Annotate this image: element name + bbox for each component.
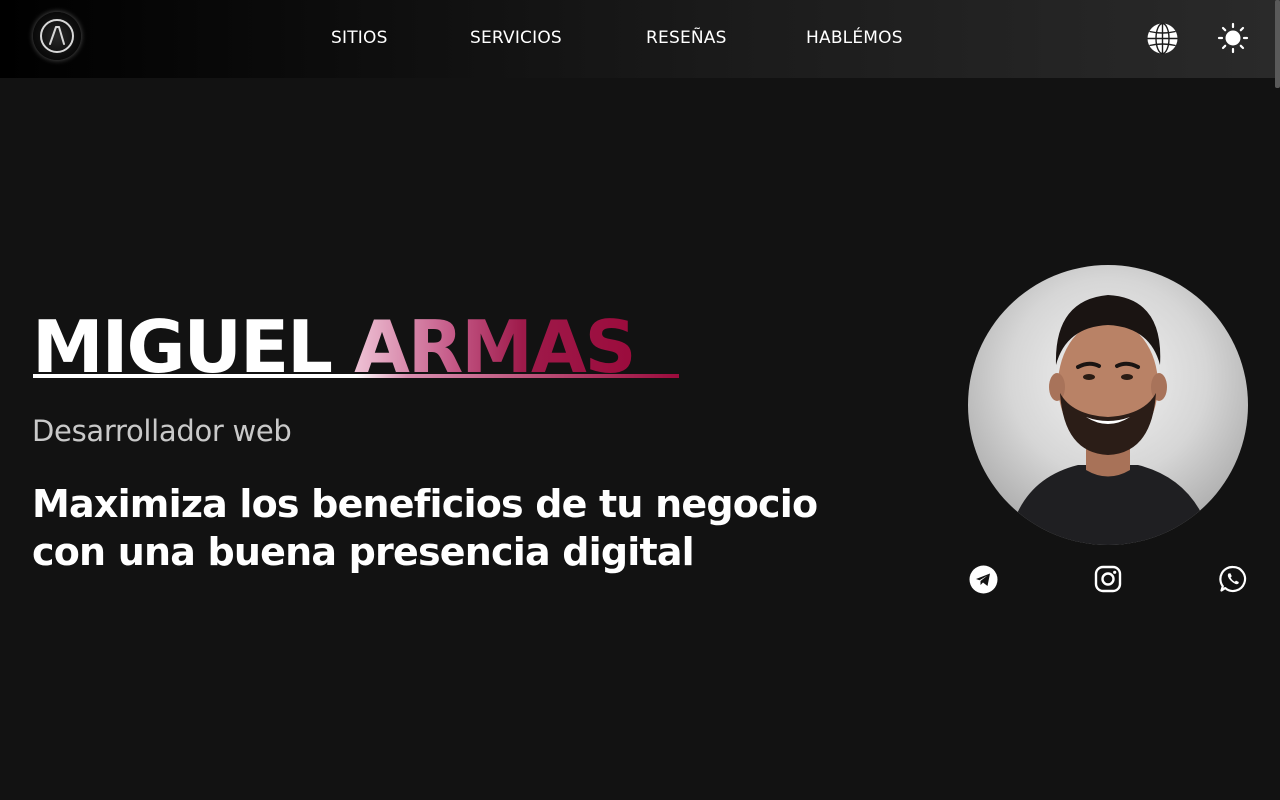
telegram-link[interactable] <box>969 565 998 594</box>
site-header: SITIOS SERVICIOS RESEÑAS HABLÉMOS <box>0 0 1280 78</box>
profile-portrait-icon <box>1008 295 1213 545</box>
hero-name-underline <box>33 374 679 378</box>
main-nav: SITIOS SERVICIOS RESEÑAS HABLÉMOS <box>0 0 1280 78</box>
nav-link-servicios[interactable]: SERVICIOS <box>470 28 562 48</box>
globe-icon <box>1147 22 1178 55</box>
hero-subtitle: Desarrollador web <box>32 414 292 448</box>
theme-toggle-button[interactable] <box>1217 22 1249 54</box>
instagram-icon <box>1094 565 1122 593</box>
instagram-link[interactable] <box>1094 565 1122 593</box>
nav-link-sitios[interactable]: SITIOS <box>331 28 388 48</box>
telegram-icon <box>969 565 998 594</box>
nav-link-hablemos[interactable]: HABLÉMOS <box>806 28 903 48</box>
sun-icon <box>1217 22 1249 54</box>
profile-photo <box>968 265 1248 545</box>
nav-link-resenas[interactable]: RESEÑAS <box>646 28 727 48</box>
hero-tagline: Maximiza los beneficios de tu negocio co… <box>32 482 818 574</box>
language-button[interactable] <box>1146 22 1179 55</box>
whatsapp-icon <box>1219 565 1247 593</box>
whatsapp-link[interactable] <box>1219 565 1247 593</box>
page-scrollbar[interactable] <box>1275 0 1280 88</box>
